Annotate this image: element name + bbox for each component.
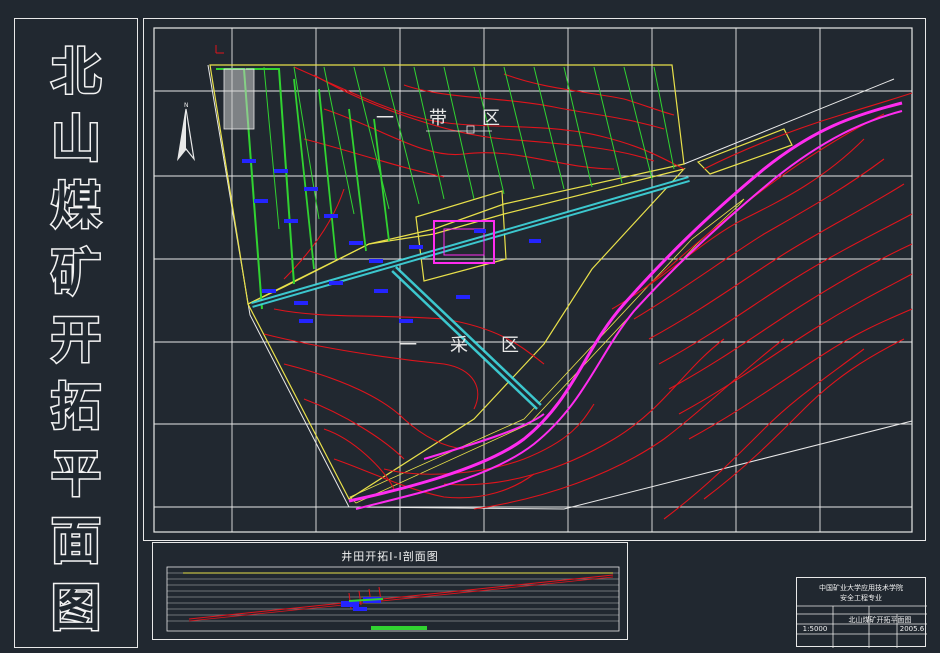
goaf-block (224, 69, 254, 129)
school-name: 中国矿业大学应用技术学院 (819, 584, 903, 592)
title-char: 图 (50, 578, 103, 639)
scale-bar (371, 626, 427, 630)
title-char: 开 (50, 310, 103, 371)
zone-label: 区 (501, 335, 519, 356)
north-arrow-icon: N (177, 102, 195, 162)
drawing-date: 2005.6 (899, 625, 925, 633)
map-frame: 一 带 区 一 采 区 N (143, 18, 926, 541)
zone-label: 带 (429, 108, 447, 129)
title-char: 面 (50, 511, 103, 572)
drawing-name: 北山煤矿开拓平面图 (848, 616, 912, 624)
drawing-title: 北 山 煤 矿 开 拓 平 面 图 (15, 39, 137, 642)
major-name: 安全工程专业 (840, 594, 882, 602)
title-char: 北 (50, 42, 103, 103)
title-char: 煤 (50, 176, 103, 237)
mining-panels (216, 66, 675, 310)
zone-label: 采 (450, 335, 468, 356)
title-char: 平 (50, 444, 103, 505)
title-char: 矿 (50, 243, 103, 304)
mine-plan-map: 一 带 区 一 采 区 N (153, 27, 913, 533)
small-block-outline (696, 128, 793, 175)
title-char: 拓 (50, 377, 103, 438)
axis-marker-icon (215, 45, 224, 54)
section-panel: 井田开拓Ⅰ-Ⅰ剖面图 (152, 542, 628, 640)
zone-label: 区 (482, 108, 500, 129)
section-drawing (166, 566, 620, 632)
north-label: N (184, 102, 189, 109)
zone-label: 一 (399, 335, 417, 356)
title-panel: 北 山 煤 矿 开 拓 平 面 图 (14, 18, 138, 648)
title-block: 中国矿业大学应用技术学院 安全工程专业 北山煤矿开拓平面图 1:5000 200… (796, 577, 927, 648)
zone-label: 一 (376, 108, 394, 129)
title-char: 山 (50, 109, 103, 170)
drawing-scale: 1:5000 (802, 625, 828, 633)
